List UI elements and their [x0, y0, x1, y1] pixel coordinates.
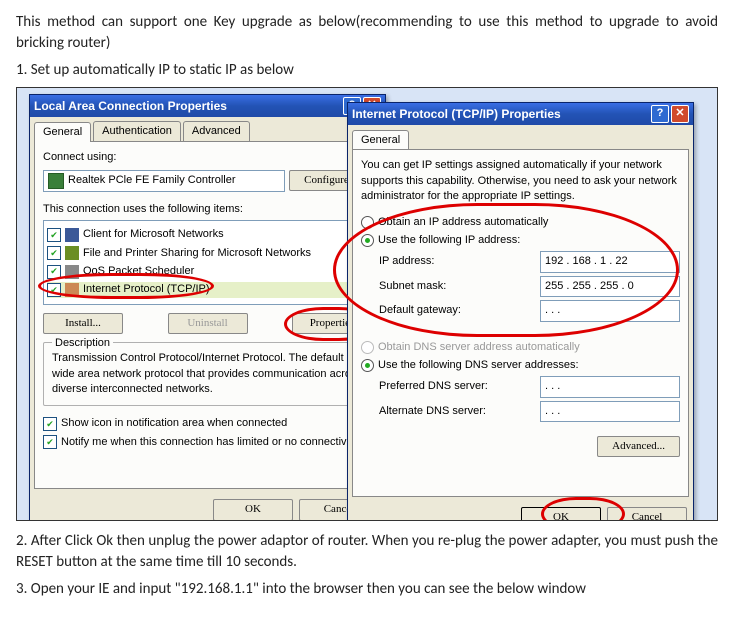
gateway-input[interactable]: . . . — [540, 300, 680, 321]
item-label: Client for Microsoft Networks — [83, 227, 224, 242]
radio-use-dns[interactable] — [361, 359, 374, 372]
subnet-mask-input[interactable]: 255 . 255 . 255 . 0 — [540, 276, 680, 297]
dlg2-tabs: General — [352, 129, 689, 149]
subnet-mask-label: Subnet mask: — [379, 279, 499, 294]
ip-address-label: IP address: — [379, 254, 499, 269]
checkbox-icon[interactable]: ✔ — [47, 265, 61, 279]
gateway-label: Default gateway: — [379, 303, 499, 318]
step-2: 2. After Click Ok then unplug the power … — [16, 531, 718, 573]
alt-dns-input[interactable]: . . . — [540, 401, 680, 422]
step-1: 1. Set up automatically IP to static IP … — [16, 60, 718, 81]
dlg1-panel: Connect using: Realtek PCle FE Family Co… — [34, 141, 381, 489]
list-item-tcpip[interactable]: ✔ Internet Protocol (TCP/IP) — [47, 282, 368, 297]
dlg2-title: Internet Protocol (TCP/IP) Properties — [352, 106, 561, 123]
ok-button[interactable]: OK — [521, 507, 601, 521]
uninstall-button: Uninstall — [168, 313, 248, 334]
item-label: File and Printer Sharing for Microsoft N… — [83, 246, 311, 261]
nic-icon — [48, 173, 64, 189]
close-button[interactable]: ✕ — [671, 105, 689, 123]
tab-general[interactable]: General — [34, 122, 91, 142]
lan-properties-dialog: Local Area Connection Properties ? ✕ Gen… — [29, 94, 386, 521]
tab-authentication[interactable]: Authentication — [93, 121, 181, 141]
dlg2-panel: You can get IP settings assigned automat… — [352, 149, 689, 497]
adapter-name: Realtek PCle FE Family Controller — [68, 173, 236, 188]
alt-dns-label: Alternate DNS server: — [379, 404, 499, 419]
intro-paragraph: This method can support one Key upgrade … — [16, 12, 718, 54]
show-icon-label: Show icon in notification area when conn… — [61, 416, 287, 431]
advanced-button[interactable]: Advanced... — [597, 436, 680, 457]
show-icon-checkbox[interactable]: ✔ — [43, 417, 57, 431]
checkbox-icon[interactable]: ✔ — [47, 228, 61, 242]
dlg1-title: Local Area Connection Properties — [34, 98, 227, 115]
description-title: Description — [52, 336, 113, 351]
connect-using-label: Connect using: — [43, 150, 372, 165]
notify-checkbox[interactable]: ✔ — [43, 435, 57, 449]
radio-auto-ip-row[interactable]: Obtain an IP address automatically — [361, 215, 680, 230]
tab-advanced[interactable]: Advanced — [183, 121, 250, 141]
radio-auto-dns-row: Obtain DNS server address automatically — [361, 340, 680, 355]
radio-auto-ip[interactable] — [361, 216, 374, 229]
pref-dns-label: Preferred DNS server: — [379, 379, 499, 394]
dlg1-tabs: General Authentication Advanced — [34, 121, 381, 141]
checkbox-icon[interactable]: ✔ — [47, 246, 61, 260]
qos-icon — [65, 265, 79, 279]
protocol-icon — [65, 283, 79, 297]
ok-button[interactable]: OK — [213, 499, 293, 520]
uses-label: This connection uses the following items… — [43, 202, 372, 217]
adapter-field: Realtek PCle FE Family Controller — [43, 170, 285, 192]
install-button[interactable]: Install... — [43, 313, 123, 334]
radio-auto-dns-label: Obtain DNS server address automatically — [378, 340, 580, 355]
notify-label: Notify me when this connection has limit… — [61, 435, 358, 450]
description-group: Description Transmission Control Protoco… — [43, 342, 372, 406]
list-item[interactable]: ✔ File and Printer Sharing for Microsoft… — [47, 246, 368, 261]
description-text: Transmission Control Protocol/Internet P… — [52, 351, 363, 397]
radio-use-dns-row[interactable]: Use the following DNS server addresses: — [361, 358, 680, 373]
client-icon — [65, 228, 79, 242]
tab-general[interactable]: General — [352, 130, 409, 150]
dlg1-titlebar: Local Area Connection Properties ? ✕ — [30, 95, 385, 117]
item-label: QoS Packet Scheduler — [83, 264, 194, 279]
tcpip-properties-dialog: Internet Protocol (TCP/IP) Properties ? … — [347, 102, 694, 521]
blurb-text: You can get IP settings assigned automat… — [361, 158, 680, 204]
pref-dns-input[interactable]: . . . — [540, 376, 680, 397]
screenshot-figure: Local Area Connection Properties ? ✕ Gen… — [16, 87, 718, 521]
share-icon — [65, 246, 79, 260]
radio-use-dns-label: Use the following DNS server addresses: — [378, 358, 579, 373]
radio-use-ip-row[interactable]: Use the following IP address: — [361, 233, 680, 248]
ip-address-input[interactable]: 192 . 168 . 1 . 22 — [540, 251, 680, 272]
list-item[interactable]: ✔ QoS Packet Scheduler — [47, 264, 368, 279]
radio-use-ip[interactable] — [361, 234, 374, 247]
help-button[interactable]: ? — [651, 105, 669, 123]
radio-auto-ip-label: Obtain an IP address automatically — [378, 215, 548, 230]
step-3: 3. Open your IE and input "192.168.1.1" … — [16, 579, 718, 600]
checkbox-icon[interactable]: ✔ — [47, 283, 61, 297]
components-list[interactable]: ✔ Client for Microsoft Networks ✔ File a… — [43, 220, 372, 305]
cancel-button[interactable]: Cancel — [607, 507, 687, 521]
radio-use-ip-label: Use the following IP address: — [378, 233, 520, 248]
item-label: Internet Protocol (TCP/IP) — [83, 282, 210, 297]
radio-auto-dns — [361, 341, 374, 354]
dlg2-titlebar: Internet Protocol (TCP/IP) Properties ? … — [348, 103, 693, 125]
list-item[interactable]: ✔ Client for Microsoft Networks — [47, 227, 368, 242]
